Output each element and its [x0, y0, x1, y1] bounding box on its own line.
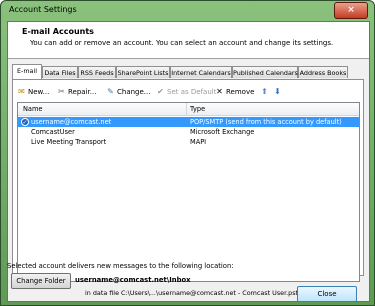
account-row[interactable]: ✓ username@comcast.net POP/SMTP (send fr…: [18, 117, 359, 127]
account-name: ComcastUser: [31, 128, 75, 136]
set-default-label: Set as Default: [167, 88, 217, 96]
accounts-list[interactable]: Name Type ✓ username@comcast.net POP/SMT…: [17, 102, 360, 282]
default-check-icon: ✔: [157, 87, 164, 96]
window-title: Account Settings: [9, 5, 77, 14]
tab-data-files[interactable]: Data Files: [42, 66, 78, 78]
change-icon: ✎: [107, 87, 114, 96]
tab-rss-feeds[interactable]: RSS Feeds: [78, 66, 116, 78]
remove-button[interactable]: ✕ Remove: [215, 86, 254, 98]
account-name: username@comcast.net: [31, 118, 112, 126]
new-account-icon: ✉: [18, 87, 25, 96]
account-type: POP/SMTP (send from this account by defa…: [190, 118, 342, 126]
account-row[interactable]: Live Meeting Transport MAPI: [18, 137, 359, 147]
dialog-client: E-mail Accounts You can add or remove an…: [7, 21, 370, 302]
column-name-header[interactable]: Name: [23, 105, 42, 113]
repair-label: Repair...: [68, 88, 97, 96]
delivery-folder: username@comcast.net\Inbox: [75, 276, 191, 284]
email-tab-panel: ✉ New... ✂ Repair... ✎ Change... ✔ Set as De…: [12, 79, 364, 282]
account-row[interactable]: ComcastUser Microsoft Exchange: [18, 127, 359, 137]
tab-sharepoint-lists[interactable]: SharePoint Lists: [116, 66, 170, 78]
repair-icon: ✂: [58, 87, 65, 96]
column-type-header[interactable]: Type: [190, 105, 205, 113]
account-type: MAPI: [190, 138, 207, 146]
account-settings-window: Account Settings × E-mail Accounts You c…: [0, 0, 375, 306]
new-button[interactable]: ✉ New...: [17, 86, 49, 98]
tab-email[interactable]: E-mail: [12, 64, 42, 79]
change-button[interactable]: ✎ Change...: [106, 86, 150, 98]
new-label: New...: [28, 88, 50, 96]
header-title: E-mail Accounts: [22, 27, 94, 36]
title-bar[interactable]: Account Settings ×: [1, 1, 374, 21]
repair-button[interactable]: ✂ Repair...: [57, 86, 96, 98]
default-account-check-icon: ✓: [21, 118, 29, 126]
change-folder-button[interactable]: Change Folder: [11, 273, 71, 289]
remove-label: Remove: [226, 88, 255, 96]
change-label: Change...: [117, 88, 151, 96]
tab-address-books[interactable]: Address Books: [298, 66, 348, 78]
header-subtitle: You can add or remove an account. You ca…: [30, 39, 334, 47]
tab-published-calendars[interactable]: Published Calendars: [232, 66, 298, 78]
move-up-button[interactable]: ⬆: [260, 86, 271, 98]
arrow-down-icon: ⬇: [274, 87, 281, 96]
column-divider[interactable]: [186, 103, 187, 115]
remove-x-icon: ✕: [216, 87, 223, 96]
list-header: Name Type: [18, 103, 359, 116]
set-default-button[interactable]: ✔ Set as Default: [156, 86, 216, 98]
tab-internet-calendars[interactable]: Internet Calendars: [170, 66, 232, 78]
close-button[interactable]: Close: [297, 286, 357, 302]
account-name: Live Meeting Transport: [31, 138, 107, 146]
close-window-button[interactable]: ×: [334, 2, 368, 19]
account-type: Microsoft Exchange: [190, 128, 255, 136]
move-down-button[interactable]: ⬇: [273, 86, 284, 98]
header: E-mail Accounts You can add or remove an…: [8, 22, 369, 59]
arrow-up-icon: ⬆: [261, 87, 268, 96]
close-icon: ×: [347, 5, 355, 15]
delivery-description: Selected account delivers new messages t…: [7, 262, 234, 270]
data-file-path: in data file C:\Users\...\username@comca…: [85, 289, 299, 297]
